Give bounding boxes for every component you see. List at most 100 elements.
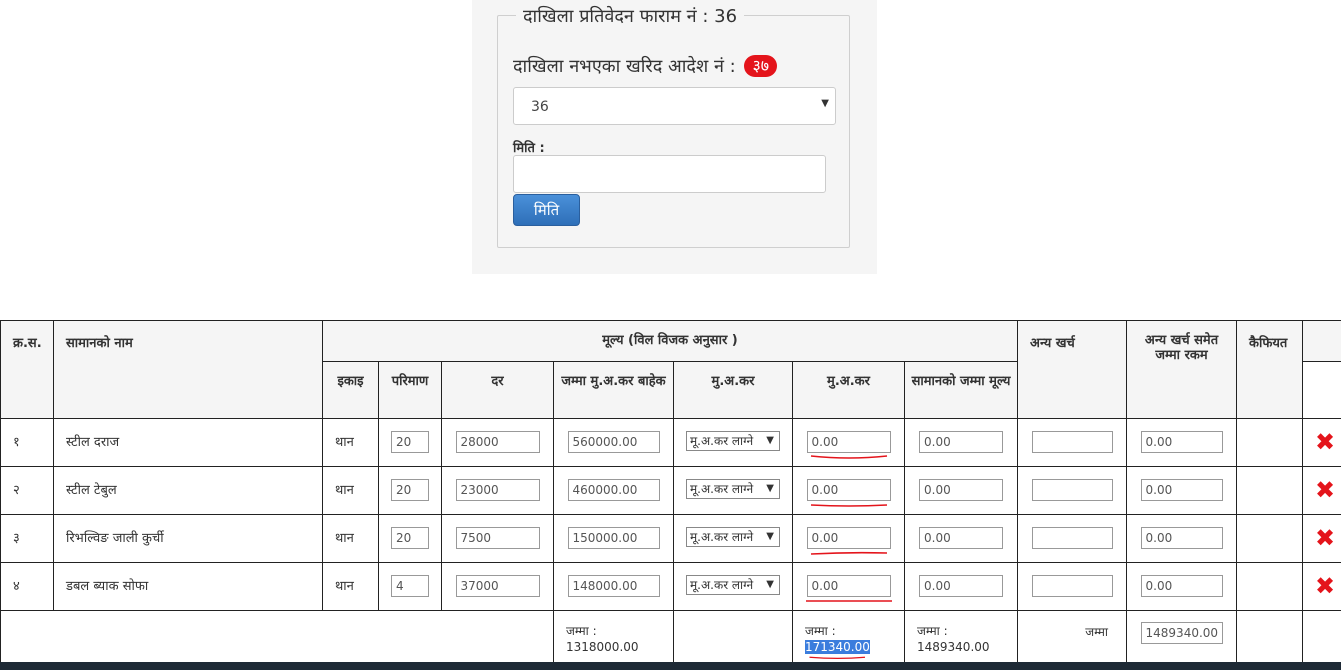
vat-input[interactable]: 0.00 [806, 527, 891, 549]
rate-input[interactable]: 28000 [455, 431, 540, 453]
purchase-order-label: दाखिला नभएका खरिद आदेश नं : ३७ [513, 54, 778, 78]
row-unit: थान [322, 466, 379, 515]
vat-type-select[interactable]: मू.अ.कर लाग्ने ▼ [686, 575, 780, 595]
total-excl-vat-input[interactable]: 148000.00 [567, 575, 660, 597]
row-unit: थान [322, 418, 379, 467]
header-total-with-other: अन्य खर्च समेत जम्मा रकम [1126, 320, 1238, 419]
grand-total-field[interactable]: 1489340.00 [1140, 622, 1223, 644]
vat-type-select-value: मू.अ.कर लाग्ने [690, 530, 754, 544]
grand-total-input[interactable]: 0.00 [1140, 575, 1223, 597]
header-unit: इकाइ [322, 361, 379, 419]
vat-input[interactable]: 0.00 [806, 431, 891, 453]
pending-order-count-badge: ३७ [744, 55, 778, 77]
vat-input[interactable]: 0.00 [806, 575, 891, 597]
rate-input[interactable]: 23000 [455, 479, 540, 501]
total-other-label: जम्मा [1085, 625, 1109, 639]
header-total-excl-vat: जम्मा मु.अ.कर बाहेक [553, 361, 674, 419]
date-button[interactable]: मिति [513, 194, 580, 226]
row-remarks [1236, 466, 1304, 515]
header-sn: क्र.स. [0, 320, 54, 419]
dropdown-arrow-icon: ▼ [766, 579, 774, 590]
quantity-input[interactable]: 20 [391, 479, 429, 501]
close-x-icon[interactable]: ✖ [1315, 526, 1341, 550]
header-other-cost: अन्य खर्च [1017, 320, 1128, 419]
row-remarks [1236, 418, 1304, 467]
dropdown-arrow-icon: ▼ [821, 98, 829, 109]
purchase-order-select-value: 36 [531, 99, 549, 115]
row-item-name: रिभल्विङ जाली कुर्ची [53, 514, 323, 563]
header-remarks: कैफियत [1236, 320, 1304, 419]
header-vat: मु.अ.कर [792, 361, 905, 419]
grand-total-input[interactable]: 0.00 [1140, 479, 1223, 501]
total-item-cell: जम्मा : 1489340.00 [903, 610, 1019, 667]
taskbar [0, 662, 1341, 670]
purchase-order-select[interactable]: 36 ▼ [513, 87, 836, 125]
total-excl-vat-input[interactable]: 560000.00 [567, 431, 660, 453]
total-excl-vat: जम्मा : 1318000.00 [566, 624, 639, 654]
row-sn: ४ [0, 562, 54, 611]
item-total-input[interactable]: 0.00 [919, 431, 1003, 453]
total-excl-vat-input[interactable]: 460000.00 [567, 479, 660, 501]
receipt-form-panel: दाखिला प्रतिवेदन फाराम नं : 36 दाखिला नभ… [472, 0, 877, 274]
total-vat-cell: जम्मा : 171340.00 [792, 610, 905, 667]
table-row: ४ डबल ब्याक सोफा थान 4 37000 148000.00 म… [0, 562, 1341, 611]
quantity-input[interactable]: 20 [391, 431, 429, 453]
total-excl-vat-input[interactable]: 150000.00 [567, 527, 660, 549]
close-x-icon[interactable]: ✖ [1315, 478, 1341, 502]
red-annotation-underline [810, 504, 887, 507]
other-cost-input[interactable] [1031, 479, 1113, 501]
close-x-icon[interactable]: ✖ [1315, 574, 1341, 598]
red-annotation-underline [805, 600, 892, 602]
header-price-group: मूल्य (विल विजक अनुसार ) [321, 320, 1019, 362]
vat-input[interactable]: 0.00 [806, 479, 891, 501]
header-rate: दर [441, 361, 554, 419]
red-annotation-underline [810, 551, 887, 555]
row-sn: २ [0, 466, 54, 515]
grand-total-input[interactable]: 0.00 [1140, 431, 1223, 453]
red-annotation-underline [810, 455, 887, 459]
totals-row: जम्मा : 1318000.00 जम्मा : 171340.00 जम्… [0, 610, 1341, 667]
row-sn: १ [0, 418, 54, 467]
purchase-order-label-text: दाखिला नभएका खरिद आदेश नं : [513, 56, 736, 77]
header-action-2 [1302, 361, 1341, 419]
grand-total-input[interactable]: 0.00 [1140, 527, 1223, 549]
vat-type-select-value: मू.अ.कर लाग्ने [690, 482, 754, 496]
total-vat-value: 171340.00 [805, 640, 870, 654]
header-item-total: सामानको जम्मा मूल्य [903, 361, 1019, 419]
vat-type-select[interactable]: मू.अ.कर लाग्ने ▼ [686, 527, 780, 547]
vat-type-select[interactable]: मू.अ.कर लाग्ने ▼ [686, 431, 780, 451]
close-x-icon[interactable]: ✖ [1315, 430, 1341, 454]
row-unit: थान [322, 562, 379, 611]
other-cost-input[interactable] [1031, 431, 1113, 453]
header-quantity: परिमाण [378, 361, 442, 419]
row-item-name: स्टील टेबुल [53, 466, 323, 515]
totals-action [1302, 610, 1341, 667]
item-total-input[interactable]: 0.00 [919, 575, 1003, 597]
date-input[interactable] [513, 155, 826, 193]
form-legend: दाखिला प्रतिवेदन फाराम नं : 36 [516, 4, 745, 28]
dropdown-arrow-icon: ▼ [766, 531, 774, 542]
row-remarks [1236, 562, 1304, 611]
quantity-input[interactable]: 20 [391, 527, 429, 549]
quantity-input[interactable]: 4 [391, 575, 429, 597]
row-sn: ३ [0, 514, 54, 563]
red-annotation-underline [809, 656, 866, 659]
vat-type-select-value: मू.अ.कर लाग्ने [690, 578, 754, 592]
header-item-name: सामानको नाम [53, 320, 323, 419]
vat-type-select[interactable]: मू.अ.कर लाग्ने ▼ [686, 479, 780, 499]
item-total-input[interactable]: 0.00 [919, 527, 1003, 549]
dropdown-arrow-icon: ▼ [766, 483, 774, 494]
receipt-items-table: क्र.स. सामानको नाम मूल्य (विल विजक अनुसा… [0, 320, 1341, 667]
item-total-input[interactable]: 0.00 [919, 479, 1003, 501]
row-unit: थान [322, 514, 379, 563]
date-label: मिति : [513, 141, 545, 156]
table-row: ३ रिभल्विङ जाली कुर्ची थान 20 7500 15000… [0, 514, 1341, 563]
rate-input[interactable]: 7500 [455, 527, 540, 549]
other-cost-input[interactable] [1031, 575, 1113, 597]
row-item-name: स्टील दराज [53, 418, 323, 467]
other-cost-input[interactable] [1031, 527, 1113, 549]
rate-input[interactable]: 37000 [455, 575, 540, 597]
header-action [1302, 320, 1341, 362]
total-excl-vat-cell: जम्मा : 1318000.00 [553, 610, 674, 667]
row-item-name: डबल ब्याक सोफा [53, 562, 323, 611]
